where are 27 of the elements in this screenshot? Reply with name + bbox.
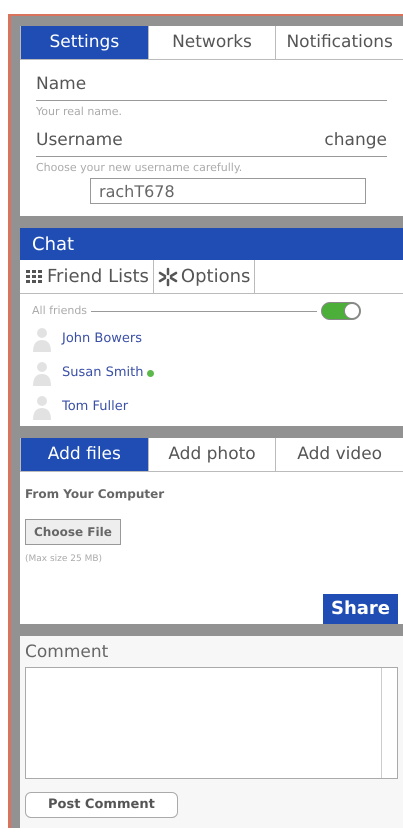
friend-link[interactable]: John Bowers xyxy=(62,329,142,349)
hint-text: Choose your new username carefully. xyxy=(36,160,244,176)
field-label: Name xyxy=(36,74,86,94)
tab[interactable]: Settings xyxy=(20,26,148,59)
friend-link[interactable]: Susan Smith xyxy=(62,363,144,383)
share-button[interactable]: Share xyxy=(322,594,398,624)
sparkle-icon xyxy=(158,266,178,286)
tab[interactable]: Friend Lists xyxy=(20,260,154,293)
tab[interactable]: Options xyxy=(154,260,256,293)
field-label: Username xyxy=(36,129,123,152)
toggle-switch[interactable] xyxy=(321,302,361,320)
post-comment-button[interactable]: Post Comment xyxy=(25,792,178,818)
section-label: From Your Computer xyxy=(25,486,166,503)
field-label: Comment xyxy=(25,640,110,664)
person-icon xyxy=(32,360,52,386)
friend-link[interactable]: Tom Fuller xyxy=(62,397,128,417)
person-icon xyxy=(32,326,52,352)
filter-label: All friends xyxy=(32,302,88,319)
choose-file-button[interactable]: Choose File xyxy=(25,519,121,545)
comment-field[interactable] xyxy=(25,667,398,780)
hint-text: Your real name. xyxy=(36,104,124,120)
tab[interactable]: Add files xyxy=(20,438,148,471)
note-text: (Max size 25 MB) xyxy=(25,553,104,566)
username-field[interactable]: rachT678 xyxy=(90,178,366,204)
change-link[interactable]: change xyxy=(324,128,387,154)
person-icon xyxy=(32,394,52,420)
panel-header: Chat xyxy=(20,228,403,260)
